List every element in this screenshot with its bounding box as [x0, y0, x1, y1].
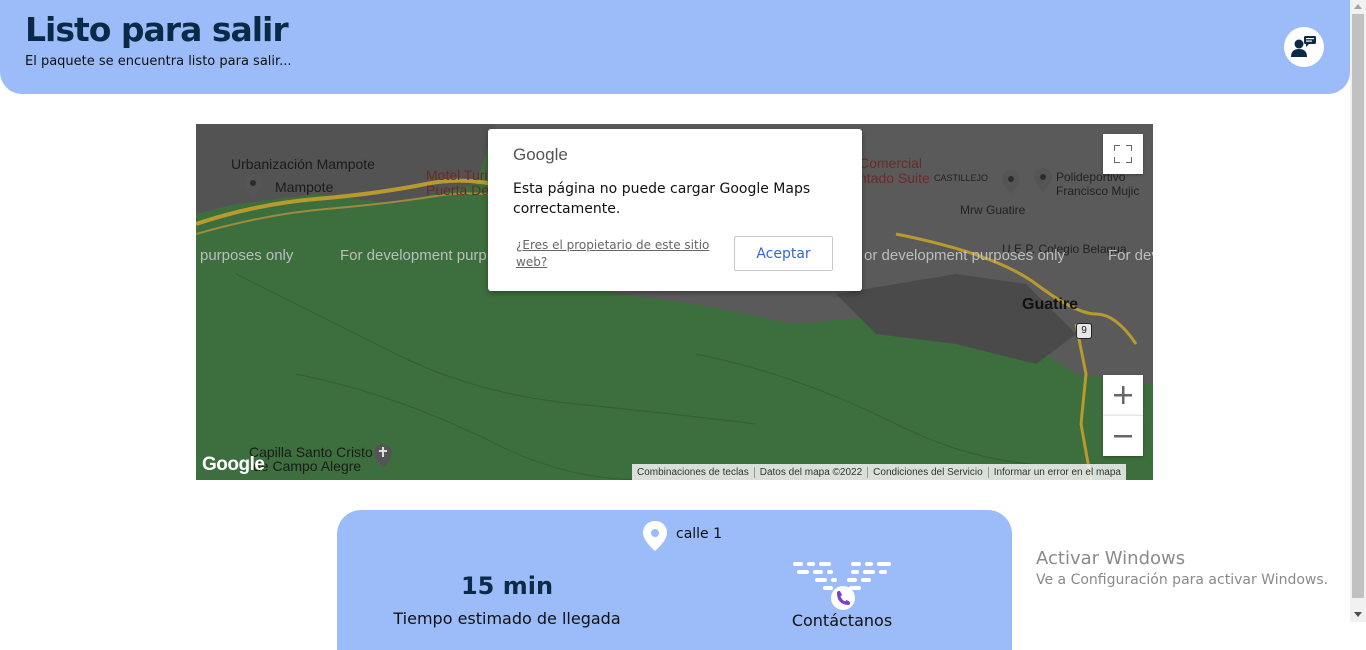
page-header: Listo para salir El paquete se encuentra… — [0, 0, 1350, 94]
church-pin-icon — [374, 444, 392, 468]
google-logo: Google — [202, 454, 265, 475]
dev-watermark-left: purposes only — [200, 247, 294, 264]
plus-icon — [1114, 386, 1132, 404]
dev-watermark-right: or development purposes only — [864, 247, 1065, 264]
terms-link[interactable]: Condiciones del Servicio — [867, 466, 988, 478]
location-pin-icon — [643, 521, 667, 551]
report-error-link[interactable]: Informar un error en el mapa — [987, 466, 1126, 478]
map-label-puerta: Puerta De — [426, 182, 490, 198]
scroll-down-arrow-icon[interactable] — [1354, 612, 1362, 617]
contact-label: Contáctanos — [791, 611, 893, 630]
route-map[interactable]: Urbanización Mampote Mampote Motel Turi … — [196, 124, 1153, 480]
map-label-comercial: Comercial — [859, 155, 923, 171]
delivery-info-card: calle 1 15 min Tiempo estimado de llegad… — [337, 510, 1012, 650]
windows-activation-watermark: Activar Windows Ve a Configuración para … — [1036, 548, 1328, 588]
map-label-motel: Motel Turi — [426, 167, 488, 183]
map-label-mampote: Mampote — [275, 179, 334, 195]
windows-watermark-subtitle: Ve a Configuración para activar Windows. — [1036, 572, 1329, 588]
scroll-up-arrow-icon[interactable] — [1354, 4, 1362, 9]
page-scrollbar[interactable] — [1350, 0, 1366, 622]
fullscreen-icon — [1114, 145, 1132, 163]
map-label-castillejo: CASTILLEJO — [934, 173, 989, 183]
dialog-message: Esta página no puede cargar Google Maps … — [513, 181, 811, 217]
eta-label: Tiempo estimado de llegada — [393, 609, 621, 628]
map-data-label: Datos del mapa ©2022 — [753, 466, 867, 478]
minus-icon — [1114, 435, 1132, 438]
map-attribution: Combinaciones de teclas Datos del mapa ©… — [632, 464, 1126, 480]
support-chat-button[interactable] — [1284, 27, 1324, 67]
map-label-campo-alegre: de Campo Alegre — [253, 458, 362, 474]
zoom-in-button[interactable] — [1103, 375, 1143, 415]
accept-button[interactable]: Aceptar — [734, 236, 833, 271]
route-shield: 9 — [1076, 323, 1092, 339]
maps-error-dialog: Google Esta página no puede cargar Googl… — [488, 129, 862, 291]
delivery-address: calle 1 — [676, 526, 723, 542]
dev-watermark-mid: For development purp — [340, 247, 487, 264]
map-label-mrw: Mrw Guatire — [960, 203, 1026, 217]
page-title: Listo para salir — [25, 10, 289, 49]
map-label-suite: ntado Suite — [859, 170, 930, 186]
map-label-francisco: Francisco Mujic — [1056, 184, 1140, 198]
fullscreen-button[interactable] — [1103, 134, 1143, 174]
windows-watermark-title: Activar Windows — [1036, 548, 1186, 569]
contact-phone-icon[interactable] — [791, 560, 895, 612]
dialog-google-logo: Google — [513, 145, 568, 164]
map-pin-icon — [1034, 168, 1052, 192]
page-subtitle: El paquete se encuentra listo para salir… — [25, 54, 292, 69]
map-label-urbanizacion: Urbanización Mampote — [231, 156, 375, 172]
eta-value: 15 min — [460, 572, 554, 600]
keyboard-shortcuts-link[interactable]: Combinaciones de teclas — [632, 467, 754, 478]
map-pin-icon — [244, 174, 262, 198]
dev-watermark-far-right: For dev — [1108, 247, 1153, 264]
site-owner-link[interactable]: ¿Eres el propietario de este sitio web? — [516, 237, 716, 271]
support-chat-icon — [1291, 36, 1316, 57]
map-label-guatire: Guatire — [1022, 296, 1079, 313]
scrollbar-thumb[interactable] — [1352, 14, 1364, 598]
zoom-out-button[interactable] — [1103, 415, 1143, 456]
map-pin-icon — [1002, 170, 1020, 194]
